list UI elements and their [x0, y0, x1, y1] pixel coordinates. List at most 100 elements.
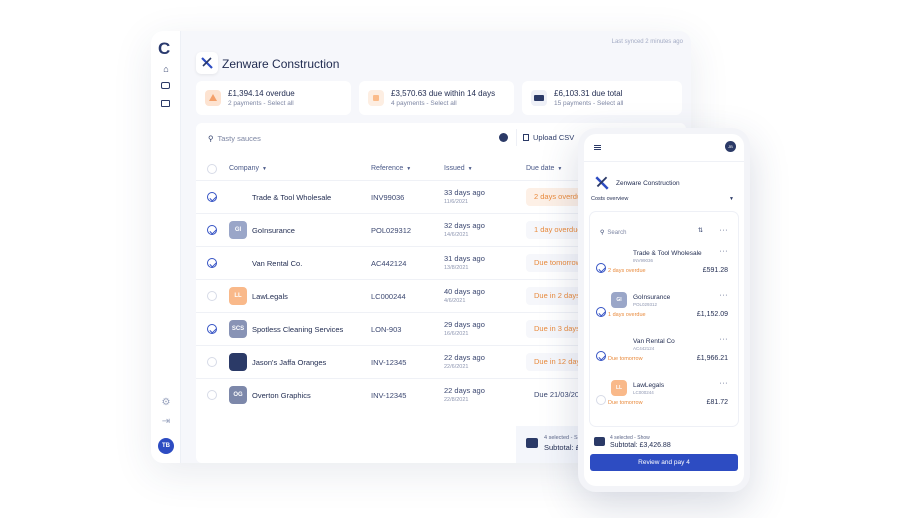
issued-date: 14/6/2021	[444, 232, 469, 238]
company-name[interactable]: Spotless Cleaning Services	[252, 325, 343, 334]
issued-date: 4/6/2021	[444, 298, 466, 304]
more-icon[interactable]: ···	[720, 292, 729, 299]
subtotal: Subtotal: £3,426.88	[610, 442, 671, 449]
company-name: Van Rental Co	[633, 338, 675, 345]
warning-icon	[205, 90, 221, 106]
amount: £81.72	[706, 399, 728, 406]
company-name[interactable]: Jason's Jaffa Oranges	[252, 358, 326, 367]
company-name[interactable]: Overton Graphics	[252, 391, 311, 400]
row-checkbox[interactable]	[207, 192, 217, 202]
row-checkbox[interactable]	[207, 225, 217, 235]
search-input[interactable]: ⚲ Search	[600, 229, 626, 236]
chevron-down-icon[interactable]: ▼	[729, 196, 734, 202]
row-checkbox[interactable]	[207, 324, 217, 334]
home-icon[interactable]: ⌂	[161, 65, 171, 74]
search-input[interactable]: ⚲ Tasty sauces	[208, 134, 261, 143]
company-logo: LL	[229, 287, 247, 305]
company-logo: GI	[611, 292, 627, 308]
select-all-checkbox[interactable]	[207, 164, 217, 174]
item-checkbox[interactable]	[596, 351, 606, 361]
row-checkbox[interactable]	[207, 291, 217, 301]
list-item[interactable]: Van Rental Co AC442124 Due tomorrow £1,966.…	[590, 336, 738, 378]
row-checkbox[interactable]	[207, 357, 217, 367]
subtotal: Subtotal: £	[544, 443, 580, 452]
overdue-card[interactable]: £1,394.14 overdue 2 payments - Select al…	[196, 81, 351, 115]
upload-icon	[523, 134, 529, 141]
issued-relative: 29 days ago	[444, 320, 485, 329]
wallet-icon[interactable]	[161, 82, 170, 89]
due-status: 1 days overdue	[608, 312, 646, 318]
search-text: Tasty sauces	[217, 134, 261, 143]
row-checkbox[interactable]	[207, 258, 217, 268]
org-name: Zenware Construction	[616, 180, 680, 187]
overdue-sub[interactable]: 2 payments - Select all	[228, 100, 294, 107]
due-soon-sub[interactable]: 4 payments - Select all	[391, 100, 457, 107]
item-checkbox[interactable]	[596, 263, 606, 273]
company-name[interactable]: LawLegals	[252, 292, 288, 301]
column-due-date[interactable]: Due date ▼	[526, 165, 562, 172]
user-avatar[interactable]: TB	[158, 438, 174, 454]
calendar-icon	[368, 90, 384, 106]
sort-icon[interactable]: ⇅	[698, 227, 703, 234]
overdue-amount: £1,394.14 overdue	[228, 89, 295, 98]
upload-label: Upload CSV	[533, 133, 575, 142]
logout-icon[interactable]: ⇥	[159, 415, 173, 429]
due-total-amount: £6,103.31 due total	[554, 89, 623, 98]
settings-icon[interactable]: ⚙	[159, 396, 173, 410]
reference: INV-12345	[371, 358, 407, 367]
company-logo: LL	[611, 380, 627, 396]
reference: INV99036	[633, 258, 654, 263]
due-status: Due tomorrow	[608, 400, 643, 406]
due-soon-amount: £3,570.63 due within 14 days	[391, 89, 496, 98]
list-item[interactable]: LL LawLegals LC000244 Due tomorrow £81.72 ···	[590, 380, 738, 422]
selected-count[interactable]: 4 selected - Show	[610, 435, 650, 441]
company-name[interactable]: Trade & Tool Wholesale	[252, 193, 331, 202]
org-name: Zenware Construction	[222, 57, 340, 71]
due-total-sub[interactable]: 15 payments - Select all	[554, 100, 623, 107]
review-and-pay-button[interactable]: Review and pay 4	[590, 454, 738, 471]
issued-relative: 33 days ago	[444, 188, 485, 197]
reference: AC442124	[371, 259, 407, 268]
tools-icon	[595, 176, 609, 190]
card-icon[interactable]	[161, 100, 170, 107]
sidebar: C ⌂ ⚙ ⇥ TB	[151, 31, 181, 463]
reference: AC442124	[633, 346, 655, 351]
more-icon[interactable]: ···	[720, 248, 729, 255]
column-issued[interactable]: Issued ▼	[444, 165, 473, 172]
view-select[interactable]: Costs overview	[591, 196, 628, 202]
amount: £1,966.21	[696, 355, 728, 362]
issued-date: 11/6/2021	[444, 199, 469, 205]
row-checkbox[interactable]	[207, 390, 217, 400]
company-name: Trade & Tool Wholesale	[633, 250, 702, 257]
column-reference[interactable]: Reference ▼	[371, 165, 411, 172]
reference: POL029312	[371, 226, 412, 235]
search-icon: ⚲	[600, 230, 605, 236]
due-total-card[interactable]: £6,103.31 due total 15 payments - Select…	[522, 81, 682, 115]
filter-icon[interactable]	[499, 133, 508, 142]
app-logo[interactable]: C	[158, 39, 170, 59]
menu-icon[interactable]	[594, 145, 601, 150]
company-name[interactable]: Van Rental Co.	[252, 259, 302, 268]
last-synced-text: Last synced 2 minutes ago	[611, 39, 683, 45]
user-avatar[interactable]: JB	[725, 141, 736, 152]
issued-date: 16/6/2021	[444, 331, 469, 337]
item-checkbox[interactable]	[596, 307, 606, 317]
list-item[interactable]: GI GoInsurance POL029312 1 days overdue £1,1…	[590, 292, 738, 334]
more-icon[interactable]: ···	[720, 380, 729, 387]
due-soon-card[interactable]: £3,570.63 due within 14 days 4 payments …	[359, 81, 514, 115]
list-item[interactable]: Trade & Tool Wholesale INV99036 2 days ove…	[590, 248, 738, 290]
more-icon[interactable]: ···	[720, 227, 729, 234]
company-logo: GI	[229, 221, 247, 239]
column-company[interactable]: Company ▼	[229, 165, 267, 172]
reference: POL029312	[633, 302, 658, 307]
cash-icon	[531, 90, 547, 106]
company-logo	[229, 188, 247, 206]
reference: LON-903	[371, 325, 402, 334]
tools-icon	[201, 57, 213, 69]
item-checkbox[interactable]	[596, 395, 606, 405]
company-name[interactable]: GoInsurance	[252, 226, 295, 235]
upload-csv-button[interactable]: Upload CSV	[516, 129, 580, 146]
more-icon[interactable]: ···	[720, 336, 729, 343]
org-logo	[196, 52, 218, 74]
cash-icon	[594, 437, 605, 446]
